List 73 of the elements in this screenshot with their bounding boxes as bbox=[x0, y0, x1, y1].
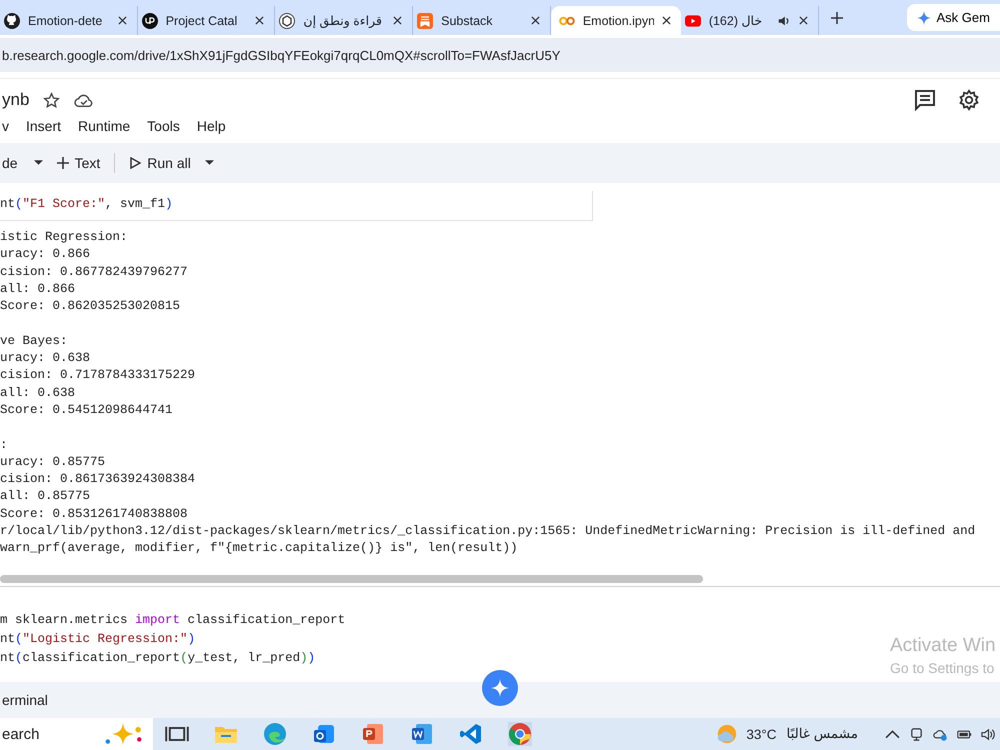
close-icon[interactable] bbox=[255, 16, 264, 25]
cloud-check-icon[interactable] bbox=[74, 92, 94, 108]
forecast-text: مشمس غالبًا bbox=[786, 726, 858, 742]
terminal-label[interactable]: erminal bbox=[0, 692, 48, 708]
output-line: warn_prf(average, modifier, f"{metric.capitalize()} is", len(result)) bbox=[0, 540, 518, 558]
mail-app-icon[interactable] bbox=[312, 722, 336, 746]
address-field[interactable]: b.research.google.com/drive/1xShX91jFgdGSIbqYFEokgi7qrqCL0mQX#scrollTo=FWAsfJacrU5Y bbox=[0, 38, 1000, 72]
gemini-button[interactable] bbox=[482, 670, 518, 706]
tab-title: Substack bbox=[441, 14, 494, 28]
output-line: Score: 0.8531261740838808 bbox=[0, 506, 188, 523]
menu-item[interactable]: v bbox=[2, 118, 9, 134]
close-icon[interactable] bbox=[118, 16, 127, 25]
document-app-icon[interactable] bbox=[410, 722, 434, 746]
new-tab-icon[interactable] bbox=[830, 12, 843, 24]
output-line: uracy: 0.866 bbox=[0, 246, 90, 264]
output-line: cision: 0.7178784333175229 bbox=[0, 367, 196, 384]
speaker-icon[interactable] bbox=[776, 14, 791, 28]
output-line: cision: 0.8617363924308384 bbox=[0, 471, 196, 488]
output-line: uracy: 0.85775 bbox=[0, 454, 106, 471]
tab-title: (162) خال bbox=[708, 13, 764, 28]
close-icon[interactable] bbox=[798, 16, 808, 25]
scrollbar-thumb[interactable] bbox=[0, 574, 703, 583]
output-line: uracy: 0.638 bbox=[0, 350, 90, 368]
ask-button[interactable]: Ask Gem bbox=[906, 4, 1000, 31]
caret-icon bbox=[34, 160, 43, 166]
close-icon[interactable] bbox=[662, 16, 671, 25]
output-line: Score: 0.54512098644741 bbox=[0, 402, 173, 419]
sparkle-icon bbox=[916, 10, 931, 24]
code-editor-icon[interactable] bbox=[459, 722, 483, 746]
caret-icon[interactable] bbox=[204, 160, 214, 166]
tab-title: Project Catal bbox=[166, 14, 238, 28]
menu-item[interactable]: Help bbox=[196, 118, 226, 134]
browser-icon[interactable] bbox=[508, 722, 532, 746]
temperature-text: 33°C bbox=[746, 726, 776, 742]
code-line: nt("Logistic Regression:") bbox=[0, 630, 196, 648]
run-all-button[interactable]: Run all bbox=[129, 155, 191, 171]
settings-icon[interactable] bbox=[958, 89, 980, 111]
output-line: all: 0.638 bbox=[0, 384, 76, 402]
output-line: ve Bayes: bbox=[0, 332, 68, 350]
output-line: r/local/lib/python3.12/dist-packages/sklearn/metrics/_classification.py:1565: UndefinedMetricWarning: Precision is ill-defined and bbox=[0, 523, 976, 540]
cat-logo-icon bbox=[4, 12, 20, 28]
slides-app-icon[interactable] bbox=[361, 722, 385, 746]
output-line: cision: 0.867782439796277 bbox=[0, 264, 188, 281]
notebook-title[interactable]: ynb bbox=[2, 90, 30, 110]
code-line: nt(classification_report(y_test, lr_pred)) bbox=[0, 650, 316, 667]
add-text-button[interactable]: Text bbox=[56, 155, 100, 171]
speaker-icon[interactable] bbox=[981, 726, 996, 742]
output-line: Score: 0.862035253020815 bbox=[0, 298, 180, 316]
close-icon[interactable] bbox=[393, 16, 402, 25]
play-icon bbox=[129, 157, 142, 169]
menu-item[interactable]: Insert bbox=[26, 118, 62, 134]
output-line: all: 0.85775 bbox=[0, 488, 90, 506]
output-line: istic Regression: bbox=[0, 229, 128, 246]
sparkle-icon bbox=[491, 679, 509, 697]
bookmark-icon bbox=[417, 12, 434, 28]
tab-title: Emotion-dete bbox=[28, 14, 104, 28]
play-icon bbox=[684, 12, 701, 28]
menu-item[interactable]: Tools bbox=[147, 118, 180, 134]
output-line: : bbox=[0, 436, 8, 454]
star-icon[interactable] bbox=[43, 92, 60, 108]
comment-icon[interactable] bbox=[914, 89, 936, 111]
menu-item[interactable]: Runtime bbox=[78, 118, 130, 134]
code-line: m sklearn.metrics import classification_report bbox=[0, 612, 346, 629]
logo-icon bbox=[142, 12, 158, 28]
close-icon[interactable] bbox=[530, 16, 540, 25]
output-line: all: 0.866 bbox=[0, 280, 76, 298]
tab-title: قراءة ونطق إن bbox=[303, 13, 383, 28]
plus-icon bbox=[56, 157, 69, 169]
code-line: nt("F1 Score:", svm_f1) bbox=[0, 196, 173, 213]
activation-subtitle: Go to Settings to bbox=[890, 660, 996, 676]
code-button[interactable]: de bbox=[2, 155, 43, 171]
search-field[interactable]: earch bbox=[0, 718, 153, 750]
activation-title: Activate Win bbox=[890, 635, 996, 657]
